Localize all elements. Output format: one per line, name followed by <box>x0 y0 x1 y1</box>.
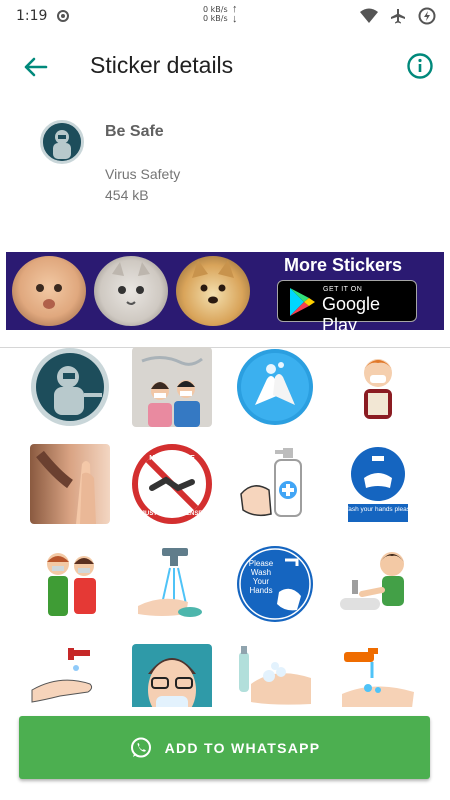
cat-face-image <box>94 256 168 326</box>
net-arrows-icon: ↑ ↓ <box>232 3 238 25</box>
sticker-soap-dispenser[interactable] <box>30 644 110 707</box>
sticker-sanitizer-bottle[interactable] <box>235 444 315 524</box>
sticker-please-wash-your-hands[interactable]: Please Wash Your Hands <box>235 544 315 624</box>
status-time: 1:19 <box>16 8 48 24</box>
please-text: Please <box>249 559 274 568</box>
page-title: Sticker details <box>90 52 234 78</box>
status-icons <box>360 7 436 25</box>
status-bar: 1:19 0 kB/s 0 kB/s ↑ ↓ <box>0 0 450 32</box>
sticker-masked-man[interactable] <box>132 644 212 707</box>
notification-icon <box>57 10 70 22</box>
pack-tray-icon <box>40 120 84 164</box>
pack-size: 454 kB <box>105 187 149 203</box>
wash-sign-text: Wash your hands please <box>342 506 414 513</box>
badge-small-text: GET IT ON <box>323 286 363 293</box>
wash-text: Wash <box>251 568 271 577</box>
app-bar: Sticker details <box>0 32 450 102</box>
banner-title: More Stickers <box>284 255 403 275</box>
no-offense-bottom-text: JUST MAKES SENSE <box>142 511 203 517</box>
sticker-hazmat-worker[interactable] <box>30 347 110 427</box>
sticker-masked-couple[interactable] <box>132 347 212 427</box>
sticker-masked-boy[interactable] <box>338 347 418 427</box>
add-to-whatsapp-button[interactable]: ADD TO WHATSAPP <box>19 716 430 779</box>
sticker-soap-hands[interactable] <box>235 347 315 427</box>
google-play-icon <box>290 288 315 316</box>
sticker-grid: NO OFFENSE JUST MAKES SENSE Wash your ha… <box>0 347 450 707</box>
network-speed: 0 kB/s 0 kB/s <box>203 5 228 23</box>
pack-publisher: Virus Safety <box>105 166 181 182</box>
sticker-wash-your-hands-sign[interactable]: Wash your hands please <box>338 444 418 524</box>
pack-name: Be Safe <box>105 123 164 140</box>
your-text: Your <box>253 577 270 586</box>
sticker-foam-hands[interactable] <box>235 644 315 707</box>
sticker-tap-water-hands[interactable] <box>132 544 212 624</box>
airplane-icon <box>391 9 405 24</box>
wifi-icon <box>360 8 378 23</box>
hands-text: Hands <box>249 586 272 595</box>
info-icon[interactable] <box>406 52 434 80</box>
whatsapp-icon <box>130 737 151 757</box>
battery-saver-icon <box>418 7 436 25</box>
more-stickers-banner[interactable]: More Stickers GET IT ON Google Play <box>6 252 444 330</box>
sticker-pack-header: Be Safe Virus Safety 454 kB <box>0 102 450 242</box>
net-up-text: 0 kB/s <box>203 5 228 14</box>
no-offense-top-text: NO OFFENSE <box>149 455 195 462</box>
arrow-back-icon[interactable] <box>22 54 48 80</box>
net-down-text: 0 kB/s <box>203 14 228 23</box>
sticker-boy-washing-hands[interactable] <box>338 544 418 624</box>
doge-face-image <box>176 256 250 326</box>
badge-big-text: Google Play <box>322 294 381 330</box>
google-play-badge[interactable]: GET IT ON Google Play <box>277 280 417 330</box>
add-to-whatsapp-label: ADD TO WHATSAPP <box>164 739 321 756</box>
sticker-praying-hands[interactable] <box>30 444 110 524</box>
sticker-faucet-hands[interactable] <box>338 644 418 707</box>
sticker-masked-kids[interactable] <box>30 544 110 624</box>
baby-face-image <box>12 256 86 326</box>
sticker-no-handshake[interactable]: NO OFFENSE JUST MAKES SENSE <box>132 444 212 524</box>
